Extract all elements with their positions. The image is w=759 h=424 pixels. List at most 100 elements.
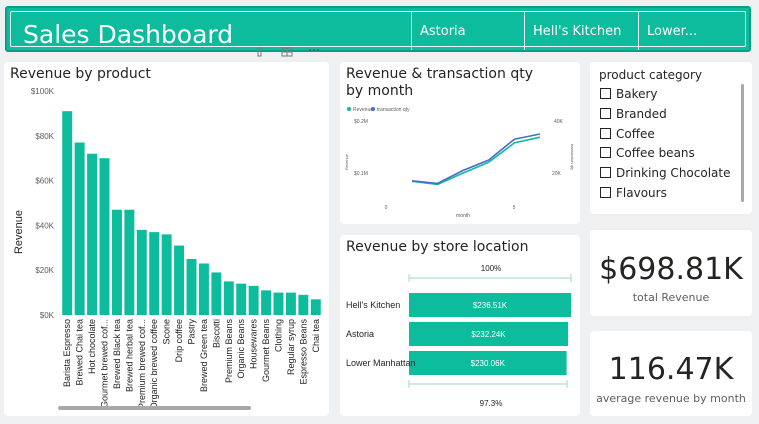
- legend-revenue-label: Revenue: [353, 107, 373, 113]
- checkbox[interactable]: [600, 88, 611, 99]
- tab-lower-manhattan[interactable]: Lower...: [638, 12, 748, 50]
- product-bar[interactable]: [74, 142, 85, 315]
- average-revenue-label: average revenue by month: [596, 392, 746, 405]
- tab-astoria[interactable]: Astoria: [411, 12, 524, 50]
- line-y2-axis-label: transaction qty: [570, 144, 575, 170]
- revenue-transaction-chart: Revenue transaction qty $0.2M $0.1M Reve…: [344, 107, 575, 219]
- line-x-tick-0: 0: [385, 205, 388, 211]
- slicer-item-coffee[interactable]: Coffee: [600, 127, 655, 145]
- revenue-by-product-card: Revenue by product Revenue $0K $20K $40K $6…: [4, 62, 329, 416]
- product-x-label: Gourmet Beans: [261, 319, 271, 383]
- line-y-axis-label: Revenue: [344, 153, 349, 170]
- product-bar[interactable]: [174, 245, 185, 315]
- slicer-item-label: Branded: [616, 107, 667, 121]
- total-revenue-kpi-card: $698.81K total Revenue: [590, 230, 752, 316]
- legend-transaction-label: transaction qty: [377, 107, 410, 113]
- revenue-by-product-chart: Revenue $0K $20K $40K $60K $80K $100K Barista…: [13, 87, 321, 409]
- product-x-label: Espresso Beans: [298, 319, 308, 385]
- product-x-label: Drip coffee: [174, 319, 184, 362]
- product-x-label: Barista Espresso: [62, 319, 72, 387]
- header-bar: Sales Dashboard Astoria Hell's Kitchen L…: [5, 6, 751, 52]
- revenue-line[interactable]: [411, 136, 541, 186]
- product-x-label: Organic Beans: [236, 319, 246, 379]
- product-x-label: Brewed Black tea: [112, 319, 122, 389]
- checkbox[interactable]: [600, 167, 611, 178]
- product-bar[interactable]: [248, 285, 259, 315]
- slicer-item-bakery[interactable]: Bakery: [600, 87, 658, 105]
- product-bar[interactable]: [136, 229, 147, 315]
- product-bar[interactable]: [310, 299, 321, 315]
- slicer-item-label: Bakery: [616, 87, 658, 101]
- line-y-tick-low: $0.1M: [354, 171, 368, 177]
- product-bar[interactable]: [99, 158, 110, 315]
- slicer-item-flavours[interactable]: Flavours: [600, 186, 667, 204]
- more-options-icon[interactable]: [309, 49, 319, 51]
- header-frame: Sales Dashboard Astoria Hell's Kitchen L…: [10, 11, 748, 50]
- slicer-item-label: Drinking Chocolate: [616, 166, 731, 180]
- product-bar[interactable]: [111, 209, 122, 315]
- product-x-label: Chai tea: [311, 319, 321, 353]
- product-bar[interactable]: [198, 263, 209, 315]
- line-y2-tick-high: 40K: [554, 119, 564, 125]
- product-bar[interactable]: [124, 209, 135, 315]
- product-x-label: Regular syrup: [286, 319, 296, 375]
- product-bar[interactable]: [298, 294, 309, 315]
- bar-y-tick-label: $40K: [35, 221, 54, 230]
- store-top-percent: 100%: [481, 264, 501, 273]
- horizontal-scrollbar[interactable]: [58, 406, 251, 410]
- product-bar[interactable]: [285, 292, 296, 315]
- slicer-item-label: Coffee beans: [616, 146, 695, 160]
- product-bar[interactable]: [211, 272, 222, 315]
- line-x-axis-label: month: [456, 213, 470, 219]
- checkbox[interactable]: [600, 128, 611, 139]
- slicer-item-drinking-chocolate[interactable]: Drinking Chocolate: [600, 166, 730, 184]
- slicer-item-branded[interactable]: Branded: [600, 107, 667, 125]
- line-x-tick-5: 5: [513, 205, 516, 211]
- tab-hells-kitchen[interactable]: Hell's Kitchen: [524, 12, 638, 50]
- revenue-transaction-card: Revenue & transaction qty by month Reven…: [340, 62, 580, 224]
- product-x-label: Clothing: [274, 319, 284, 352]
- store-category-label: Astoria: [346, 329, 374, 339]
- product-x-label: Pastry: [187, 319, 197, 345]
- filter-icon[interactable]: [257, 47, 262, 57]
- line-y-tick-high: $0.2M: [354, 119, 368, 125]
- dashboard-title: Sales Dashboard: [23, 20, 234, 49]
- slicer-title: product category: [599, 68, 703, 82]
- slicer-list: Bakery Branded Coffee Coffee beans Drink…: [590, 84, 740, 208]
- slicer-scrollbar[interactable]: [741, 84, 744, 202]
- revenue-by-store-chart: 100% 97.3% Hell's Kitchen $236.51K Astoria…: [346, 264, 572, 408]
- product-x-label: Gourmet brewed cof...: [100, 319, 110, 408]
- visual-header-icons: [257, 47, 319, 57]
- checkbox[interactable]: [600, 108, 611, 119]
- store-category-label: Hell's Kitchen: [346, 300, 400, 310]
- product-bar[interactable]: [261, 290, 272, 315]
- checkbox[interactable]: [600, 187, 611, 198]
- product-bar[interactable]: [161, 234, 172, 315]
- product-x-label: Brewed herbal tea: [124, 319, 134, 392]
- bar-y-tick-label: $100K: [31, 87, 55, 96]
- total-revenue-value: $698.81K: [599, 252, 743, 287]
- product-bar[interactable]: [186, 259, 197, 315]
- focus-mode-icon[interactable]: [281, 47, 293, 57]
- store-data-label: $236.51K: [473, 301, 508, 310]
- total-revenue-label: total Revenue: [632, 291, 710, 304]
- line-y2-tick-low: 20K: [552, 171, 562, 177]
- product-x-label: Biscotti: [211, 319, 221, 348]
- average-revenue-kpi-card: 116.47K average revenue by month: [590, 331, 752, 416]
- product-x-label: Scone: [162, 319, 172, 345]
- legend-transaction-marker: [371, 107, 375, 111]
- product-bar[interactable]: [273, 292, 284, 315]
- slicer-item-label: Flavours: [616, 186, 667, 200]
- slicer-item-coffee-beans[interactable]: Coffee beans: [600, 146, 695, 164]
- product-bar[interactable]: [223, 281, 234, 315]
- bar-y-tick-label: $20K: [35, 266, 54, 275]
- product-bar[interactable]: [149, 232, 160, 315]
- product-bar[interactable]: [87, 153, 98, 315]
- product-x-label: Premium Beans: [224, 319, 234, 384]
- store-category-label: Lower Manhattan: [346, 358, 416, 368]
- average-revenue-value: 116.47K: [608, 352, 734, 387]
- checkbox[interactable]: [600, 147, 611, 158]
- store-data-label: $232.24K: [471, 330, 506, 339]
- product-bar[interactable]: [236, 283, 247, 315]
- product-bar[interactable]: [62, 111, 73, 315]
